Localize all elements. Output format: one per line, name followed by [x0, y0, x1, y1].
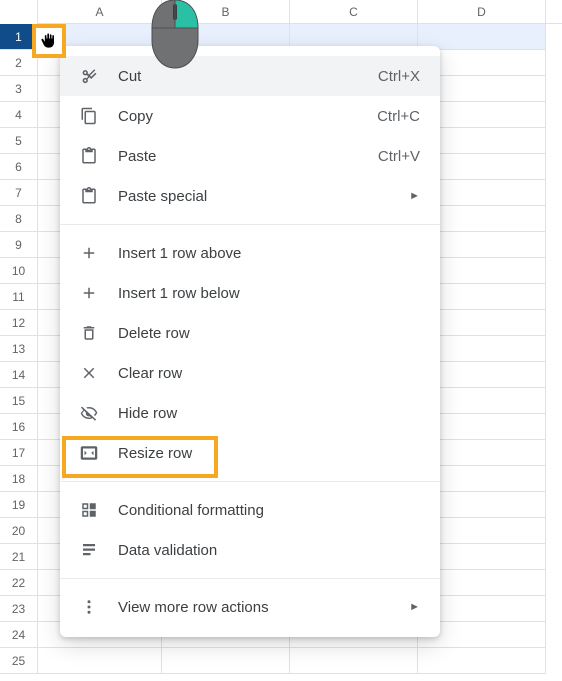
row-header-18[interactable]: 18 [0, 466, 38, 492]
resize-icon [78, 442, 100, 464]
mouse-illustration [148, 0, 202, 70]
row-header-17[interactable]: 17 [0, 440, 38, 466]
row-header-6[interactable]: 6 [0, 154, 38, 180]
menu-separator [60, 481, 440, 482]
menu-data-validation[interactable]: Data validation [60, 530, 440, 570]
grab-cursor-icon [39, 31, 59, 51]
menu-delete-row-label: Delete row [118, 325, 420, 342]
plus-icon [78, 242, 100, 264]
menu-separator [60, 224, 440, 225]
menu-paste-shortcut: Ctrl+V [378, 148, 420, 165]
cell-a25[interactable] [38, 648, 162, 674]
column-header-d[interactable]: D [418, 0, 546, 24]
menu-conditional-formatting[interactable]: Conditional formatting [60, 490, 440, 530]
menu-insert-above[interactable]: Insert 1 row above [60, 233, 440, 273]
menu-insert-above-label: Insert 1 row above [118, 245, 420, 262]
row-header-21[interactable]: 21 [0, 544, 38, 570]
menu-insert-below-label: Insert 1 row below [118, 285, 420, 302]
row-header-23[interactable]: 23 [0, 596, 38, 622]
hide-icon [78, 402, 100, 424]
row-header-20[interactable]: 20 [0, 518, 38, 544]
copy-icon [78, 105, 100, 127]
row-header-22[interactable]: 22 [0, 570, 38, 596]
paste-special-icon [78, 185, 100, 207]
cut-icon [78, 65, 100, 87]
menu-cut[interactable]: Cut Ctrl+X [60, 56, 440, 96]
row-header-3[interactable]: 3 [0, 76, 38, 102]
submenu-arrow-icon: ► [409, 190, 420, 202]
menu-cut-label: Cut [118, 68, 378, 85]
column-header-row: A B C D [0, 0, 562, 24]
menu-paste-special[interactable]: Paste special ► [60, 176, 440, 216]
menu-more-actions[interactable]: View more row actions ► [60, 587, 440, 627]
menu-insert-below[interactable]: Insert 1 row below [60, 273, 440, 313]
cell-c25[interactable] [290, 648, 418, 674]
conditional-format-icon [78, 499, 100, 521]
menu-delete-row[interactable]: Delete row [60, 313, 440, 353]
menu-data-validation-label: Data validation [118, 542, 420, 559]
row-header-13[interactable]: 13 [0, 336, 38, 362]
row-header-24[interactable]: 24 [0, 622, 38, 648]
menu-hide-row-label: Hide row [118, 405, 420, 422]
row-header-19[interactable]: 19 [0, 492, 38, 518]
plus-icon [78, 282, 100, 304]
row-header-14[interactable]: 14 [0, 362, 38, 388]
row-header-9[interactable]: 9 [0, 232, 38, 258]
row-header-4[interactable]: 4 [0, 102, 38, 128]
menu-clear-row-label: Clear row [118, 365, 420, 382]
cell-b25[interactable] [162, 648, 290, 674]
trash-icon [78, 322, 100, 344]
mouse-icon [148, 0, 202, 70]
menu-more-actions-label: View more row actions [118, 599, 401, 616]
row-header-10[interactable]: 10 [0, 258, 38, 284]
menu-cond-format-label: Conditional formatting [118, 502, 420, 519]
menu-copy-shortcut: Ctrl+C [377, 108, 420, 125]
row-header-12[interactable]: 12 [0, 310, 38, 336]
select-all-corner[interactable] [0, 0, 38, 24]
menu-separator [60, 578, 440, 579]
row-header-11[interactable]: 11 [0, 284, 38, 310]
row-header-8[interactable]: 8 [0, 206, 38, 232]
menu-paste-label: Paste [118, 148, 378, 165]
menu-copy[interactable]: Copy Ctrl+C [60, 96, 440, 136]
menu-resize-row-label: Resize row [118, 445, 420, 462]
row-header-25[interactable]: 25 [0, 648, 38, 674]
menu-hide-row[interactable]: Hide row [60, 393, 440, 433]
menu-paste[interactable]: Paste Ctrl+V [60, 136, 440, 176]
row-header-7[interactable]: 7 [0, 180, 38, 206]
data-validation-icon [78, 539, 100, 561]
row-25: 25 [0, 648, 562, 674]
close-icon [78, 362, 100, 384]
column-header-c[interactable]: C [290, 0, 418, 24]
submenu-arrow-icon: ► [409, 601, 420, 613]
menu-paste-special-label: Paste special [118, 188, 401, 205]
row-header-5[interactable]: 5 [0, 128, 38, 154]
menu-cut-shortcut: Ctrl+X [378, 68, 420, 85]
highlight-cursor-box [32, 24, 66, 58]
row-header-16[interactable]: 16 [0, 414, 38, 440]
context-menu: Cut Ctrl+X Copy Ctrl+C Paste Ctrl+V Past… [60, 46, 440, 637]
menu-copy-label: Copy [118, 108, 377, 125]
cell-d25[interactable] [418, 648, 546, 674]
row-header-15[interactable]: 15 [0, 388, 38, 414]
column-header-a[interactable]: A [38, 0, 162, 24]
menu-clear-row[interactable]: Clear row [60, 353, 440, 393]
menu-resize-row[interactable]: Resize row [60, 433, 440, 473]
more-vert-icon [78, 596, 100, 618]
paste-icon [78, 145, 100, 167]
